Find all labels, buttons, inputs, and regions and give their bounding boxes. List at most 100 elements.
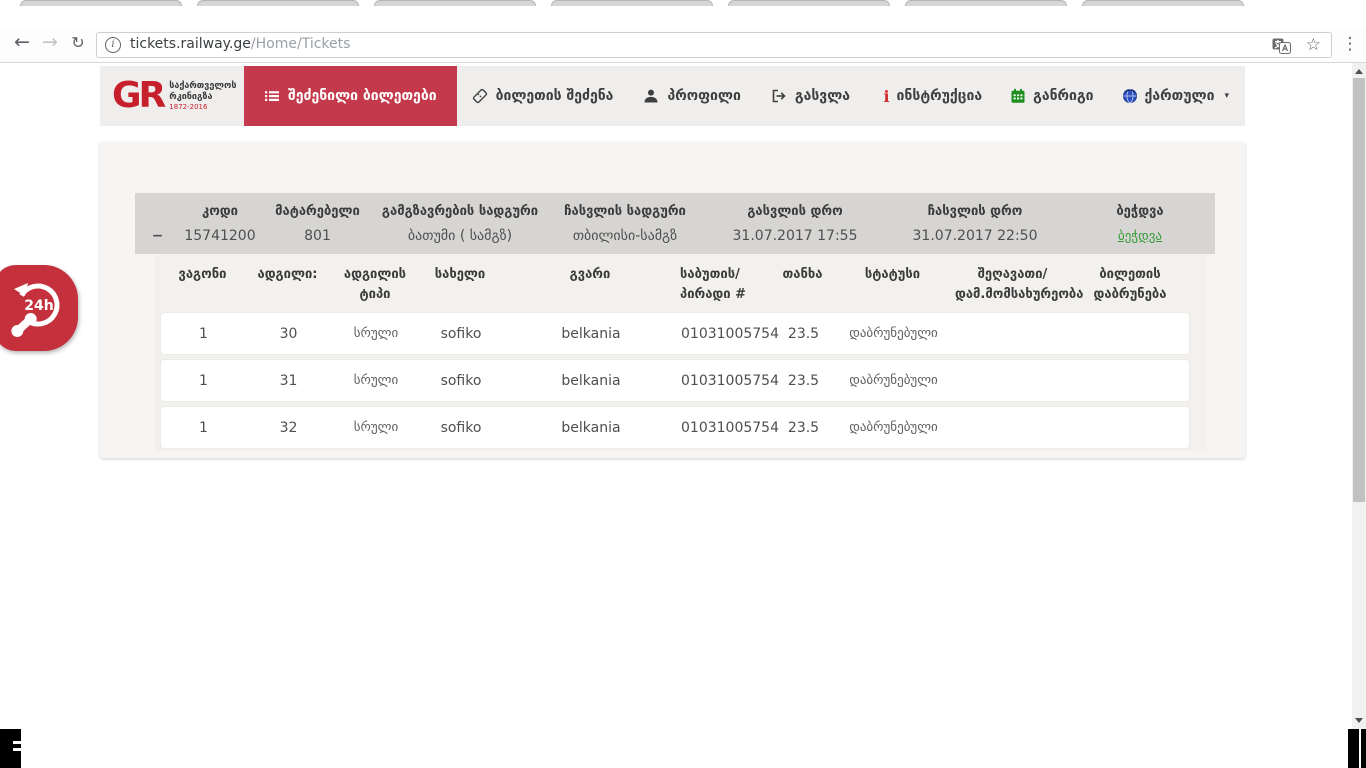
ticket-code: 15741200 [180,228,260,244]
first-name: sofiko [421,326,501,342]
tickets-panel: კოდი მატარებელი გამგზავრების სადგური ჩას… [100,142,1245,458]
scrollbar-down-arrow[interactable] [1355,718,1363,723]
sign-out-icon [771,88,787,104]
ticket-departure-time: 31.07.2017 17:55 [705,228,885,244]
overlay-black-left [0,729,21,768]
nav-label: ბილეთის შეძენა [496,88,614,104]
col-header-arrival-time: ჩასვლის დრო [885,204,1065,219]
col-header-status: სტატუსი [830,265,955,304]
seat-row: 1 32 სრული sofiko belkania 01031005754 2… [160,406,1190,449]
nav-item-logout[interactable]: გასვლა [756,66,865,126]
col-header-wagon: ვაგონი [160,265,245,304]
nav-label: ქართული [1145,88,1215,104]
url-text[interactable]: tickets.railway.ge/Home/Tickets [130,36,350,52]
document-number: 01031005754 [681,326,776,342]
gr-logo-letters: GR [112,80,163,112]
print-link[interactable]: ბეჭდვა [1118,229,1162,244]
browser-tab-strip [0,0,1366,28]
col-header-departure-time: გასვლის დრო [705,204,885,219]
translate-icon[interactable] [1272,38,1291,54]
browser-tab[interactable] [905,0,1067,6]
col-header-code: კოდი [180,204,260,219]
nav-item-buy-ticket[interactable]: ბილეთის შეძენა [457,66,629,126]
col-header-seat: ადგილი: [245,265,330,304]
badge-24h-text: 24h [24,298,53,314]
ticket-summary-table: კოდი მატარებელი გამგზავრების სადგური ჩას… [135,193,1215,254]
browser-tab[interactable] [551,0,713,6]
back-icon[interactable]: ← [10,31,34,53]
col-header-refund: ბილეთისდაბრუნება [1070,265,1190,304]
document-number: 01031005754 [681,373,776,389]
nav-item-schedule[interactable]: განრიგი [1010,88,1093,104]
nav-item-profile[interactable]: პროფილი [628,66,755,126]
seats-header-row: ვაგონი ადგილი: ადგილისტიპი სახელი გვარი … [160,265,1190,304]
col-header-departure-station: გამგზავრების სადგური [375,204,545,219]
chevron-down-icon: ▾ [1224,91,1229,101]
url-bar[interactable]: i tickets.railway.ge/Home/Tickets ☆ [96,32,1332,58]
seat-type: სრული [331,420,421,435]
list-icon [264,88,280,104]
first-name: sofiko [421,420,501,436]
browser-tab[interactable] [374,0,536,6]
collapse-row-icon[interactable]: − [135,228,180,244]
col-header-last-name: გვარი [500,265,680,304]
bookmark-star-icon[interactable]: ☆ [1306,35,1321,55]
nav-item-language[interactable]: ქართული ▾ [1122,88,1229,104]
page-info-icon[interactable]: i [105,37,121,53]
user-icon [643,88,659,104]
ticket-departure-station: ბათუმი ( სამგზ) [375,228,545,244]
document-number: 01031005754 [681,420,776,436]
nav-label: პროფილი [667,88,740,104]
scrollbar-thumb[interactable] [1353,78,1365,502]
col-header-first-name: სახელი [420,265,500,304]
forward-icon[interactable]: → [38,31,62,53]
gr-logo[interactable]: GR საქართველოს რკინიგზა 1872-2016 [100,66,244,126]
browser-tab[interactable] [1082,0,1244,6]
globe-icon [1122,88,1138,104]
last-name: belkania [501,326,681,342]
url-host: tickets.railway.ge [130,36,251,52]
scrollbar-up-arrow[interactable] [1355,69,1363,74]
browser-tab[interactable] [728,0,890,6]
col-header-arrival-station: ჩასვლის სადგური [545,204,705,219]
seat-type: სრული [331,326,421,341]
seat-number: 32 [246,420,331,436]
url-path: /Home/Tickets [251,36,351,52]
nav-label: განრიგი [1033,88,1093,104]
logo-text-line1: საქართველოს [169,81,236,92]
col-header-seat-type: ადგილისტიპი [330,265,420,304]
nav-item-purchased-tickets[interactable]: შეძენილი ბილეთები [244,66,457,126]
nav-item-instruction[interactable]: i ინსტრუქცია [883,87,982,106]
col-header-discount: შეღავათი/დამ.მომსახურეობა [955,265,1070,304]
main-nav: შეძენილი ბილეთები ბილეთის შეძენა [244,66,865,126]
screen: ← → ↻ i tickets.railway.ge/Home/Tickets … [0,0,1366,768]
scrollbar[interactable] [1352,63,1366,768]
ticket-arrival-time: 31.07.2017 22:50 [885,228,1065,244]
col-header-document: საბუთის/პირადი # [680,265,775,304]
seat-number: 30 [246,326,331,342]
seat-row: 1 31 სრული sofiko belkania 01031005754 2… [160,359,1190,402]
seat-type: სრული [331,373,421,388]
last-name: belkania [501,420,681,436]
col-header-amount: თანხა [775,265,830,304]
nav-label: გასვლა [795,88,850,104]
col-header-train: მატარებელი [260,204,375,219]
nav-label: შეძენილი ბილეთები [288,88,437,104]
browser-menu-icon[interactable]: ⋮ [1340,34,1360,54]
calendar-icon [1010,88,1026,104]
hotline-24h-badge[interactable]: 24h 24h [0,265,78,351]
browser-tab[interactable] [197,0,359,6]
seat-wagon: 1 [161,373,246,389]
first-name: sofiko [421,373,501,389]
reload-icon[interactable]: ↻ [66,33,90,52]
logo-years: 1872-2016 [169,103,236,111]
site-header: GR საქართველოს რკინიგზა 1872-2016 შეძენი… [100,66,1245,126]
ticket-icon [472,88,488,104]
status: დაბრუნებული [831,326,956,341]
ticket-summary-row: − 15741200 801 ბათუმი ( სამგზ) თბილისი-ს… [135,221,1215,251]
overlay-black-right [1348,729,1366,768]
status: დაბრუნებული [831,373,956,388]
ticket-summary-header-row: კოდი მატარებელი გამგზავრების სადგური ჩას… [135,193,1215,221]
browser-tab[interactable] [20,0,182,6]
logo-text-line2: რკინიგზა [169,92,236,103]
